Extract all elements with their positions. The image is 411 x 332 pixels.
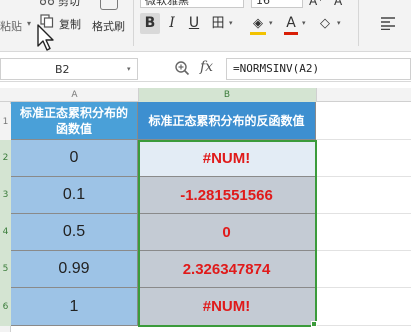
- table-header-result[interactable]: 标准正态累积分布的反函数值: [138, 102, 316, 140]
- fill-handle[interactable]: [311, 321, 317, 327]
- chevron-down-icon[interactable]: ▾: [127, 65, 131, 73]
- cell-a2[interactable]: 0: [11, 140, 138, 177]
- header-input-label: 标准正态累积分布的函数值: [19, 105, 128, 136]
- ribbon-divider: [133, 0, 134, 46]
- cell-a6[interactable]: 1: [11, 288, 138, 326]
- fill-color-swatch: [250, 32, 266, 35]
- cut-button[interactable]: 剪切: [58, 0, 80, 9]
- column-divider: [316, 88, 317, 102]
- clear-format-button[interactable]: ◇: [317, 13, 333, 34]
- cell-b6[interactable]: #NUM!: [138, 288, 316, 326]
- column-header-row: A B: [0, 88, 411, 102]
- format-painter-button[interactable]: 格式刷: [92, 18, 125, 34]
- mouse-cursor-icon: [37, 24, 54, 51]
- column-header-b[interactable]: B: [138, 88, 316, 102]
- scissors-icon[interactable]: [40, 0, 56, 6]
- align-left-icon[interactable]: [380, 16, 396, 30]
- italic-button[interactable]: I: [164, 13, 180, 34]
- cell-b3[interactable]: -1.281551566: [138, 177, 316, 214]
- empty-cell[interactable]: [316, 102, 411, 140]
- increase-font-button[interactable]: A⁺: [309, 0, 324, 8]
- font-color-dropdown-icon[interactable]: ▾: [302, 19, 306, 27]
- paste-button[interactable]: 粘贴: [0, 18, 22, 34]
- column-divider: [138, 88, 139, 102]
- spreadsheet-window: 粘贴 ▾ 剪切 复制 格式刷 微软雅黑 16 A⁺ A⁻ B I U 田 ▾ ◈: [0, 0, 411, 332]
- cell-b5[interactable]: 2.326347874: [138, 251, 316, 288]
- column-header-c[interactable]: [316, 88, 411, 102]
- row-header-5[interactable]: 5: [0, 251, 11, 288]
- font-name-select[interactable]: 微软雅黑: [140, 0, 244, 8]
- ribbon-divider: [358, 0, 359, 46]
- name-box-value: B2: [55, 63, 70, 76]
- border-button[interactable]: 田: [210, 13, 226, 34]
- empty-cell[interactable]: [316, 177, 411, 214]
- format-painter-icon[interactable]: [100, 0, 118, 10]
- formula-bar: B2 ▾ fx =NORMSINV(A2): [0, 58, 411, 82]
- border-dropdown-icon[interactable]: ▾: [229, 19, 233, 27]
- row-header-2[interactable]: 2: [0, 140, 11, 177]
- empty-cell[interactable]: [316, 140, 411, 177]
- fill-color-button[interactable]: ◈: [250, 13, 266, 34]
- empty-cell[interactable]: [316, 288, 411, 326]
- underline-button[interactable]: U: [186, 13, 202, 34]
- row-header-4[interactable]: 4: [0, 214, 11, 251]
- copy-button[interactable]: 复制: [59, 16, 81, 32]
- column-header-a[interactable]: A: [11, 88, 138, 102]
- cell-a5[interactable]: 0.99: [11, 251, 138, 288]
- zoom-icon[interactable]: [174, 60, 190, 76]
- clear-dropdown-icon[interactable]: ▾: [337, 19, 341, 27]
- empty-cell[interactable]: [316, 214, 411, 251]
- empty-cell[interactable]: [316, 251, 411, 288]
- table-header-input[interactable]: 标准正态累积分布的函数值: [11, 102, 138, 140]
- insert-function-button[interactable]: fx: [200, 59, 213, 75]
- cell-b2[interactable]: #NUM!: [138, 140, 316, 177]
- header-result-label: 标准正态累积分布的反函数值: [148, 113, 305, 128]
- bold-button[interactable]: B: [140, 13, 160, 34]
- font-color-swatch: [284, 32, 298, 35]
- ribbon-toolbar: 粘贴 ▾ 剪切 复制 格式刷 微软雅黑 16 A⁺ A⁻ B I U 田 ▾ ◈: [0, 0, 411, 52]
- cell-b4[interactable]: 0: [138, 214, 316, 251]
- cell-a3[interactable]: 0.1: [11, 177, 138, 214]
- paste-dropdown-icon[interactable]: ▾: [27, 19, 31, 28]
- row-header-6[interactable]: 6: [0, 288, 11, 326]
- cell-a4[interactable]: 0.5: [11, 214, 138, 251]
- row-header-1[interactable]: 1: [0, 104, 11, 140]
- decrease-font-button[interactable]: A⁻: [334, 0, 349, 8]
- formula-input[interactable]: =NORMSINV(A2): [226, 58, 411, 80]
- row-header-3[interactable]: 3: [0, 177, 11, 214]
- fill-dropdown-icon[interactable]: ▾: [269, 19, 273, 27]
- name-box[interactable]: B2 ▾: [0, 58, 138, 80]
- font-color-button[interactable]: A: [284, 13, 298, 34]
- font-size-select[interactable]: 16: [251, 0, 303, 8]
